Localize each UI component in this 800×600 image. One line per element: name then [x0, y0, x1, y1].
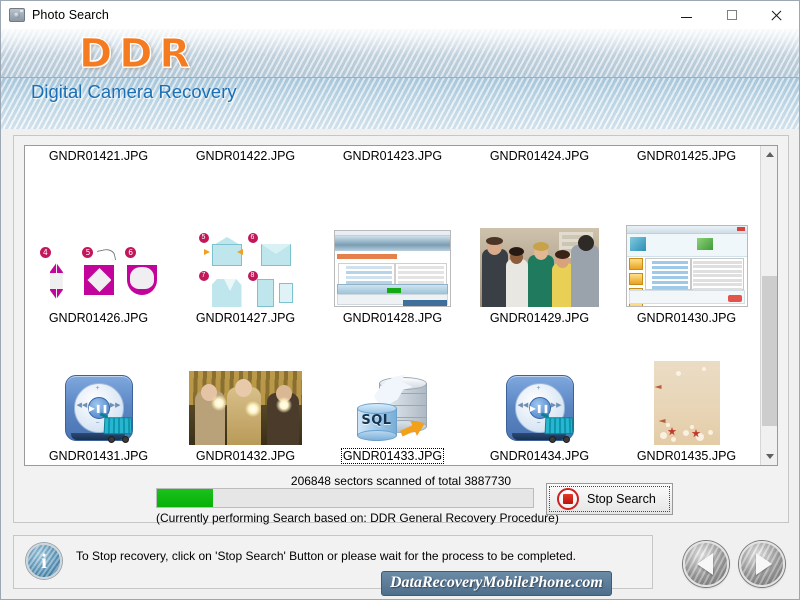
scan-progress-bar — [156, 488, 534, 508]
site-watermark: DataRecoveryMobilePhone.com — [381, 571, 612, 596]
title-bar: Photo Search — [1, 1, 799, 29]
thumbnail-origami-diagram[interactable]: 4 5 6 — [34, 245, 163, 307]
list-item[interactable]: SQL GNDR01433.JPG — [319, 327, 466, 465]
file-label-selected: GNDR01433.JPG — [340, 448, 445, 464]
chevron-down-icon — [765, 454, 774, 459]
minimize-button[interactable] — [664, 1, 709, 29]
window-controls — [664, 1, 799, 29]
chevron-up-icon — [765, 152, 774, 157]
minimize-icon — [681, 17, 692, 18]
window-title: Photo Search — [32, 8, 109, 22]
navigation-buttons — [683, 541, 785, 587]
list-item[interactable]: GNDR01423.JPG — [319, 146, 466, 165]
camera-icon — [9, 8, 25, 22]
close-button[interactable] — [754, 1, 799, 29]
file-label: GNDR01432.JPG — [195, 449, 296, 463]
file-label: GNDR01426.JPG — [48, 311, 149, 325]
file-label: GNDR01434.JPG — [489, 449, 590, 463]
file-label: GNDR01427.JPG — [195, 311, 296, 325]
close-icon — [770, 9, 783, 22]
file-label: GNDR01429.JPG — [489, 311, 590, 325]
app-banner: DDR Digital Camera Recovery — [1, 29, 799, 129]
info-icon: i — [26, 543, 62, 579]
file-label: GNDR01425.JPG — [636, 149, 737, 163]
banner-subtitle: Digital Camera Recovery — [31, 81, 237, 102]
thumbnail-ipod-cart-icon[interactable]: + − ◀◀ ▶▶ ▶❚❚ — [504, 373, 576, 445]
file-thumbnail-list[interactable]: GNDR01421.JPG GNDR01422.JPG GNDR01423.JP… — [24, 145, 778, 466]
ddr-logo: DDR — [78, 31, 198, 78]
table-row: GNDR01421.JPG GNDR01422.JPG GNDR01423.JP… — [25, 146, 762, 164]
file-label: GNDR01431.JPG — [48, 449, 149, 463]
thumbnail-recovery-app-screenshot[interactable] — [625, 225, 748, 307]
list-item[interactable]: GNDR01435.JPG — [613, 327, 760, 465]
file-label: GNDR01423.JPG — [342, 149, 443, 163]
list-item[interactable]: + − ◀◀ ▶▶ ▶❚❚ — [25, 327, 172, 465]
thumbnail-floral-background[interactable] — [653, 361, 720, 445]
scan-progress-fill — [157, 489, 214, 507]
arrow-left-icon — [696, 553, 713, 575]
file-label: GNDR01428.JPG — [342, 311, 443, 325]
back-button[interactable] — [683, 541, 729, 587]
file-label: GNDR01430.JPG — [636, 311, 737, 325]
list-item[interactable]: 5 6 7 8 GNDR01427.JPG — [172, 164, 319, 327]
file-label: GNDR01435.JPG — [636, 449, 737, 463]
thumbnail-grid: GNDR01421.JPG GNDR01422.JPG GNDR01423.JP… — [25, 146, 762, 465]
stop-square-icon — [557, 488, 579, 510]
list-item[interactable]: GNDR01430.JPG — [613, 164, 760, 327]
photo-search-window: Photo Search DDR Digital Camera Recovery — [0, 0, 800, 600]
stop-search-label: Stop Search — [587, 492, 656, 506]
stop-search-button[interactable]: Stop Search — [546, 483, 673, 515]
list-item[interactable]: GNDR01424.JPG — [466, 146, 613, 165]
list-item[interactable]: GNDR01425.JPG — [613, 146, 760, 165]
scrollbar-thumb[interactable] — [762, 276, 777, 426]
list-item[interactable]: + − ◀◀ ▶▶ ▶❚❚ — [466, 327, 613, 465]
file-label: GNDR01421.JPG — [48, 149, 149, 163]
list-item[interactable]: GNDR01421.JPG — [25, 146, 172, 165]
main-panel: GNDR01421.JPG GNDR01422.JPG GNDR01423.JP… — [13, 135, 789, 525]
thumbnail-people-photo[interactable] — [480, 228, 599, 307]
thumbnail-sql-database-icon[interactable]: SQL — [355, 373, 431, 445]
file-label: GNDR01424.JPG — [489, 149, 590, 163]
list-item[interactable]: GNDR01429.JPG — [466, 164, 613, 327]
thumbnail-list-scrollbar[interactable] — [760, 146, 777, 465]
table-row: + − ◀◀ ▶▶ ▶❚❚ GNDR01431.JPG GNDR01432.JP… — [25, 327, 762, 465]
thumbnail-party-photo[interactable] — [189, 371, 302, 445]
table-row: 4 5 6 GNDR01426.JPG 5 6 7 8 GNDR01427.JP… — [25, 164, 762, 327]
list-item[interactable]: GNDR01428.JPG — [319, 164, 466, 327]
next-button[interactable] — [739, 541, 785, 587]
thumbnail-app-screenshot[interactable] — [334, 230, 451, 307]
recovery-procedure-text: (Currently performing Search based on: D… — [156, 511, 559, 525]
thumbnail-envelope-folding[interactable]: 5 6 7 8 — [197, 233, 294, 307]
list-item[interactable]: GNDR01432.JPG — [172, 327, 319, 465]
list-item[interactable]: 4 5 6 GNDR01426.JPG — [25, 164, 172, 327]
file-label: GNDR01422.JPG — [195, 149, 296, 163]
maximize-button[interactable] — [709, 1, 754, 29]
thumbnail-ipod-cart-icon[interactable]: + − ◀◀ ▶▶ ▶❚❚ — [63, 373, 135, 445]
scroll-up-button[interactable] — [761, 146, 777, 163]
maximize-icon — [726, 10, 737, 20]
scroll-down-button[interactable] — [761, 448, 777, 465]
info-message: To Stop recovery, click on 'Stop Search'… — [76, 549, 576, 563]
list-item[interactable]: GNDR01422.JPG — [172, 146, 319, 165]
arrow-right-icon — [755, 553, 772, 575]
